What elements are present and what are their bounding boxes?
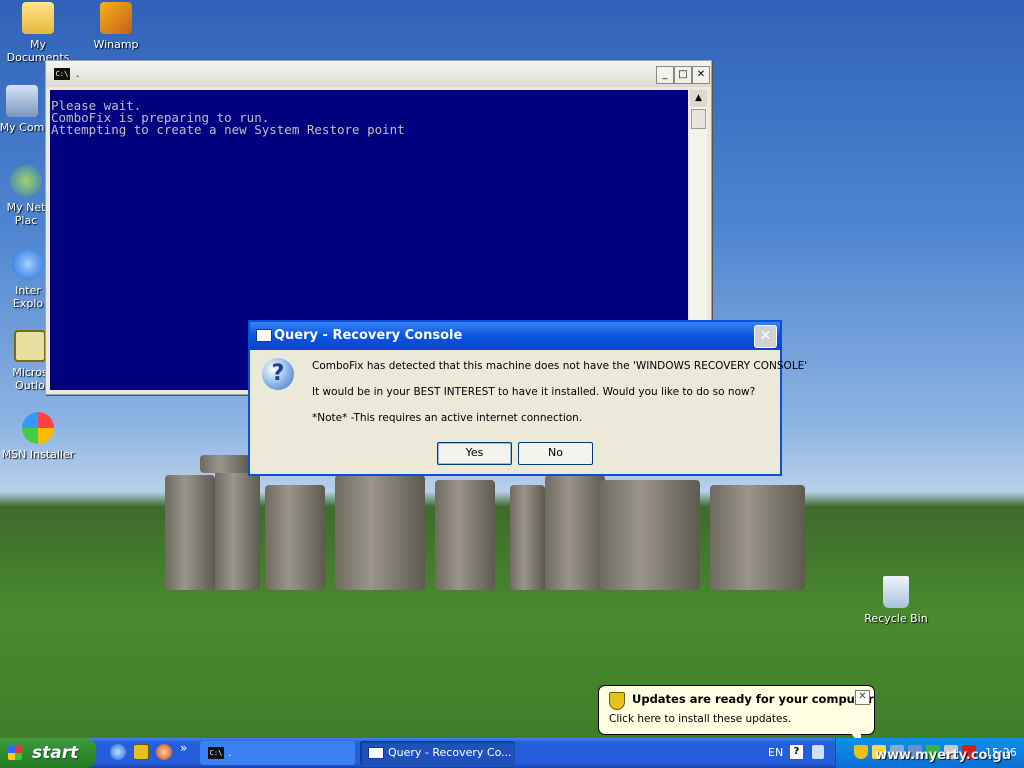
quicklaunch-more-chevron-icon[interactable]: » — [180, 741, 187, 755]
desktop-icon-msn-installer[interactable]: MSN Installer — [0, 412, 78, 461]
outlook-icon — [14, 330, 46, 362]
balloon-text[interactable]: Click here to install these updates. — [609, 713, 791, 725]
dialog-message-line2: It would be in your BEST INTEREST to hav… — [312, 386, 756, 398]
dialog-close-button[interactable]: ✕ — [754, 325, 777, 348]
console-title: . — [76, 67, 80, 80]
folder-icon — [22, 2, 54, 34]
dialog-title: Query - Recovery Console — [274, 328, 463, 343]
outlook-quicklaunch-icon[interactable] — [133, 744, 149, 760]
internet-explorer-icon — [12, 248, 44, 280]
start-button[interactable]: start — [0, 738, 96, 768]
task-label: . — [228, 746, 232, 759]
security-shield-tray-icon[interactable] — [854, 745, 868, 759]
language-help-icon[interactable]: ? — [790, 745, 803, 759]
console-taskbar-icon: C:\ — [208, 747, 224, 759]
watermark: www.myerty.co.gu — [875, 748, 1011, 763]
taskbar-button-console[interactable]: C:\ . — [200, 741, 355, 765]
desktop-icon-recycle-bin[interactable]: Recycle Bin — [856, 576, 936, 625]
desktop-icon-winamp[interactable]: Winamp — [76, 2, 156, 51]
scroll-up-arrow-icon[interactable]: ▲ — [690, 90, 707, 107]
balloon-title: Updates are ready for your computer — [632, 692, 874, 706]
console-app-icon: C:\ — [54, 68, 70, 80]
console-titlebar[interactable]: C:\ . _ □ ✕ — [46, 61, 711, 87]
no-button[interactable]: No — [518, 442, 593, 465]
recycle-bin-icon — [883, 576, 909, 608]
security-shield-icon — [609, 692, 625, 710]
dialog-note: *Note* -This requires an active internet… — [312, 412, 583, 424]
desktop-icon-my-documents[interactable]: My Documents — [0, 2, 78, 64]
dialog-message-line1: ComboFix has detected that this machine … — [312, 360, 808, 372]
taskbar: start » C:\ . Query - Recovery Co... EN … — [0, 738, 1024, 768]
msn-butterfly-icon — [22, 412, 54, 444]
scroll-thumb[interactable] — [691, 109, 706, 129]
computer-icon — [6, 85, 38, 117]
dialog-titlebar[interactable]: Query - Recovery Console ✕ — [250, 322, 780, 350]
console-close-button[interactable]: ✕ — [692, 66, 710, 84]
minimize-button[interactable]: _ — [656, 66, 674, 84]
console-line: Attempting to create a new System Restor… — [51, 122, 405, 137]
task-label: Query - Recovery Co... — [388, 746, 512, 759]
recovery-console-dialog[interactable]: Query - Recovery Console ✕ ? ComboFix ha… — [248, 320, 807, 476]
media-player-quicklaunch-icon[interactable] — [156, 744, 172, 760]
internet-explorer-quicklaunch-icon[interactable] — [110, 744, 126, 760]
balloon-close-button[interactable]: ✕ — [855, 690, 870, 705]
start-label: start — [32, 743, 79, 763]
question-icon: ? — [262, 358, 294, 390]
dialog-taskbar-icon — [368, 747, 384, 759]
language-indicator[interactable]: EN — [768, 746, 783, 759]
updates-balloon[interactable]: Updates are ready for your computer Clic… — [598, 685, 875, 747]
window-icon — [256, 329, 272, 342]
taskbar-button-query-dialog[interactable]: Query - Recovery Co... — [360, 741, 515, 765]
maximize-button[interactable]: □ — [674, 66, 692, 84]
windows-logo-icon — [8, 746, 22, 760]
yes-button[interactable]: Yes — [437, 442, 512, 465]
background-stones — [120, 455, 820, 595]
winamp-icon — [100, 2, 132, 34]
language-bar-options-icon[interactable] — [812, 745, 824, 759]
network-icon — [10, 165, 42, 197]
